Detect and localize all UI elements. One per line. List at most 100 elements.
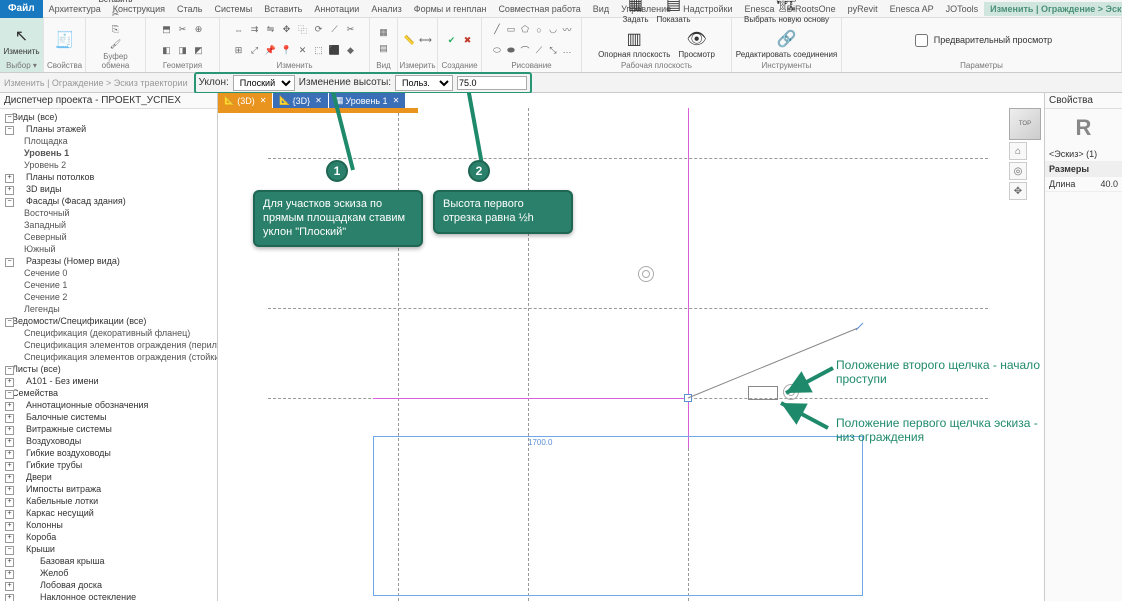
tree-legends[interactable]: Легенды bbox=[2, 303, 215, 315]
tab-pyrevit[interactable]: pyRevit bbox=[842, 2, 884, 16]
cut-geom-button[interactable]: ✂ bbox=[176, 23, 190, 37]
cut-button[interactable]: ✂ bbox=[109, 7, 123, 21]
props-length-row[interactable]: Длина40.0 bbox=[1045, 177, 1122, 192]
tree-r1[interactable]: Базовая крыша bbox=[2, 555, 215, 567]
viewer-button[interactable]: 👁Просмотр bbox=[675, 27, 718, 60]
drawing-canvas[interactable]: 📐 (3D)✕ 📐 {3D}✕ ▦ Уровень 1✕ TOP ⌂ ◎ ✥ bbox=[218, 93, 1044, 601]
type-selector[interactable]: <Эскиз> (1) bbox=[1045, 147, 1122, 162]
tree-f9[interactable]: Кабельные лотки bbox=[2, 495, 215, 507]
edit-joins-button[interactable]: 🔗Редактировать соединения bbox=[733, 27, 841, 60]
tree-r3[interactable]: Лобовая доска bbox=[2, 579, 215, 591]
copy-mod-button[interactable]: ⿻ bbox=[296, 23, 310, 37]
pick-host-button[interactable]: 🏗Выбрать новую основу bbox=[741, 0, 832, 25]
tree-f5[interactable]: Гибкие воздуховоды bbox=[2, 447, 215, 459]
close-icon[interactable]: ✕ bbox=[260, 96, 267, 105]
tree-families[interactable]: Семейства bbox=[2, 387, 215, 399]
show-workplane-button[interactable]: ▤Показать bbox=[654, 0, 694, 25]
tree-f12[interactable]: Короба bbox=[2, 531, 215, 543]
tree-north[interactable]: Северный bbox=[2, 231, 215, 243]
tree-3dviews[interactable]: 3D виды bbox=[2, 183, 215, 195]
tree-schedules[interactable]: Ведомости/Спецификации (все) bbox=[2, 315, 215, 327]
tree-sheet1[interactable]: A101 - Без имени bbox=[2, 375, 215, 387]
mirror-button[interactable]: ⇋ bbox=[264, 23, 278, 37]
tree-f11[interactable]: Колонны bbox=[2, 519, 215, 531]
geom-c[interactable]: ◩ bbox=[192, 44, 206, 58]
copy-button[interactable]: ⎘ bbox=[109, 22, 123, 36]
join-button[interactable]: ⊕ bbox=[192, 23, 206, 37]
scale-button[interactable]: ⤢ bbox=[248, 44, 262, 58]
line-button[interactable]: ╱ bbox=[490, 23, 504, 37]
tree-sch2[interactable]: Спецификация элементов ограждения (перил… bbox=[2, 339, 215, 351]
rotate-button[interactable]: ⟳ bbox=[312, 23, 326, 37]
refplane-button[interactable]: ▥Опорная плоскость bbox=[595, 27, 673, 60]
array-button[interactable]: ⊞ bbox=[232, 44, 246, 58]
tree-east[interactable]: Восточный bbox=[2, 207, 215, 219]
view-a[interactable]: ▦ bbox=[377, 25, 391, 39]
tree-f3[interactable]: Витражные системы bbox=[2, 423, 215, 435]
pin-button[interactable]: 📌 bbox=[264, 44, 278, 58]
view-b[interactable]: ▤ bbox=[377, 41, 391, 55]
preview-checkbox[interactable]: Предварительный просмотр bbox=[911, 31, 1052, 50]
match-button[interactable]: 🖌 bbox=[109, 37, 123, 51]
view-tab-level1[interactable]: ▦ Уровень 1✕ bbox=[329, 93, 406, 108]
tree-r4[interactable]: Наклонное остекление bbox=[2, 591, 215, 601]
tree-views[interactable]: Виды (все) bbox=[2, 111, 215, 123]
tree-level1[interactable]: Уровень 1 bbox=[2, 147, 215, 159]
tree-f1[interactable]: Аннотационные обозначения bbox=[2, 399, 215, 411]
arc-button[interactable]: ◡ bbox=[546, 23, 560, 37]
align-button[interactable]: ⇔ bbox=[232, 23, 246, 37]
poly-button[interactable]: ⬠ bbox=[518, 23, 532, 37]
tab-systems[interactable]: Системы bbox=[208, 2, 258, 16]
tree-f2[interactable]: Балочные системы bbox=[2, 411, 215, 423]
split-button[interactable]: ✂ bbox=[344, 23, 358, 37]
height-change-select[interactable]: Польз. bbox=[395, 75, 453, 91]
draw-h[interactable]: ⬬ bbox=[504, 43, 518, 57]
sketch-endpoint[interactable] bbox=[684, 394, 692, 402]
measure-button[interactable]: 📏 bbox=[403, 33, 417, 47]
mod-b[interactable]: ⬛ bbox=[328, 44, 342, 58]
move-button[interactable]: ✥ bbox=[280, 23, 294, 37]
spline-button[interactable]: 〰 bbox=[560, 23, 574, 37]
geom-b[interactable]: ◨ bbox=[176, 44, 190, 58]
mod-c[interactable]: ◆ bbox=[344, 44, 358, 58]
tree-floorplans[interactable]: Планы этажей bbox=[2, 123, 215, 135]
tree-west[interactable]: Западный bbox=[2, 219, 215, 231]
delete-button[interactable]: ✕ bbox=[296, 44, 310, 58]
cancel-button[interactable]: ✖ bbox=[461, 33, 475, 47]
project-browser[interactable]: Диспетчер проекта - ПРОЕКТ_УСПЕХ Виды (в… bbox=[0, 93, 218, 601]
paste-button[interactable]: 📋Вставить bbox=[96, 0, 136, 5]
slope-select[interactable]: Плоский bbox=[233, 75, 295, 91]
draw-j[interactable]: ⟋ bbox=[532, 43, 546, 57]
tree-s0[interactable]: Сечение 0 bbox=[2, 267, 215, 279]
tree-f7[interactable]: Двери bbox=[2, 471, 215, 483]
circle-button[interactable]: ○ bbox=[532, 23, 546, 37]
tree-ceilplans[interactable]: Планы потолков bbox=[2, 171, 215, 183]
sketch-line-horizontal[interactable] bbox=[373, 398, 688, 399]
tree-site[interactable]: Площадка bbox=[2, 135, 215, 147]
tree-south[interactable]: Южный bbox=[2, 243, 215, 255]
unpin-button[interactable]: 📍 bbox=[280, 44, 294, 58]
draw-g[interactable]: ⬭ bbox=[490, 43, 504, 57]
tree-sch3[interactable]: Спецификация элементов ограждения (стойк… bbox=[2, 351, 215, 363]
tree-f10[interactable]: Каркас несущий bbox=[2, 507, 215, 519]
tab-annot[interactable]: Аннотации bbox=[308, 2, 365, 16]
properties-button[interactable]: 🧾 bbox=[51, 28, 79, 52]
finish-button[interactable]: ✔ bbox=[445, 33, 459, 47]
tree-s1[interactable]: Сечение 1 bbox=[2, 279, 215, 291]
tree-sections[interactable]: Разрезы (Номер вида) bbox=[2, 255, 215, 267]
rect-button[interactable]: ▭ bbox=[504, 23, 518, 37]
tab-analysis[interactable]: Анализ bbox=[365, 2, 407, 16]
modify-button[interactable]: ↖Изменить bbox=[0, 24, 42, 57]
file-tab[interactable]: Файл bbox=[0, 0, 43, 18]
tree-f6[interactable]: Гибкие трубы bbox=[2, 459, 215, 471]
mod-a[interactable]: ⬚ bbox=[312, 44, 326, 58]
height-value-input[interactable] bbox=[457, 76, 527, 90]
close-icon[interactable]: ✕ bbox=[393, 96, 400, 105]
offset-button[interactable]: ⇉ bbox=[248, 23, 262, 37]
pick-line-button[interactable]: ⤡ bbox=[546, 43, 560, 57]
tab-modify-contextual[interactable]: Изменить | Ограждение > Эскиз траектории bbox=[984, 2, 1122, 16]
cope-button[interactable]: ⬒ bbox=[160, 23, 174, 37]
tree-f8[interactable]: Импосты витража bbox=[2, 483, 215, 495]
tree-elevations[interactable]: Фасады (Фасад здания) bbox=[2, 195, 215, 207]
tab-jotools[interactable]: JOTools bbox=[940, 2, 985, 16]
